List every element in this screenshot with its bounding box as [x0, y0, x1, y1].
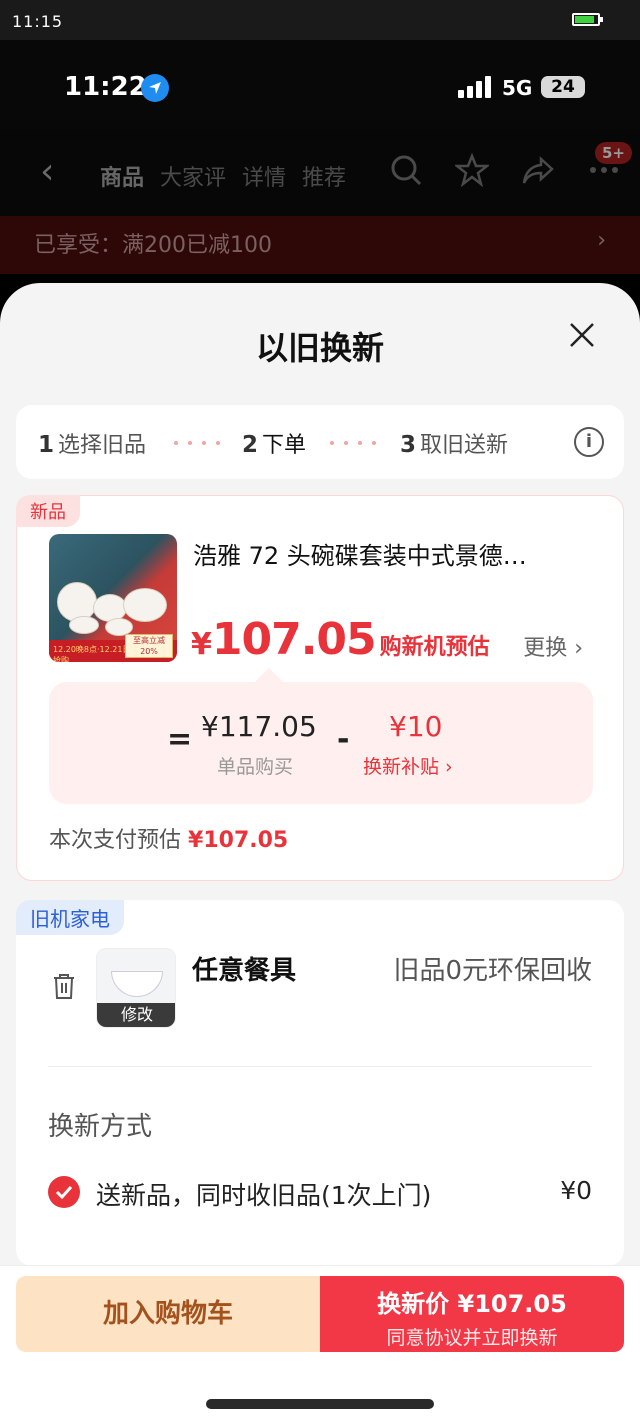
home-indicator[interactable]	[206, 1399, 434, 1409]
method-option[interactable]: 送新品，同时收旧品(1次上门)	[96, 1176, 431, 1212]
unit-price-label: 单品购买	[217, 756, 294, 778]
change-item-button[interactable]: 更换 ›	[523, 630, 583, 662]
system-status-bar: 11:15	[0, 0, 640, 40]
close-icon[interactable]	[568, 321, 596, 349]
ios-time: 11:22	[64, 72, 147, 102]
old-item-card: 旧机家电 修改 任意餐具 旧品0元环保回收 换新方式 送新品，同时收旧品(1次上…	[16, 900, 624, 1266]
message-badge: 5+	[594, 142, 632, 164]
step-1: 1 选择旧品	[38, 432, 147, 458]
new-item-card: 新品 12.20晚8点·12.21日 新鲜品限时抢购 至高立减 20% 浩雅 7…	[16, 495, 624, 881]
add-to-cart-button[interactable]: 加入购物车	[16, 1276, 320, 1352]
location-icon	[141, 74, 169, 102]
payment-estimate: 本次支付预估 ¥107.05	[49, 828, 289, 853]
image-stamp: 至高立减 20%	[125, 634, 173, 658]
system-time: 11:15	[12, 12, 64, 31]
background-promo-bar: 已享受：满200已减100 ›	[0, 216, 640, 274]
equals-sign: =	[167, 722, 193, 757]
tab-details: 详情	[242, 166, 287, 191]
promo-text: 已享受：满200已减100	[34, 233, 272, 258]
product-title[interactable]: 浩雅 72 头碗碟套装中式景德…	[193, 536, 593, 571]
step-dots-1	[174, 441, 220, 445]
step-3: 3 取旧送新	[400, 432, 509, 458]
modify-button[interactable]: 修改	[97, 1003, 175, 1027]
method-title: 换新方式	[48, 1112, 153, 1142]
product-image[interactable]: 12.20晚8点·12.21日 新鲜品限时抢购 至高立减 20%	[49, 534, 177, 662]
new-item-tag: 新品	[16, 495, 80, 527]
background-tabs: 商品 大家评 详情 推荐	[100, 160, 346, 192]
minus-sign: -	[337, 722, 350, 757]
star-icon	[454, 152, 490, 188]
share-icon	[520, 152, 556, 188]
chevron-right-icon: ›	[597, 228, 606, 253]
signal-icon	[458, 76, 492, 98]
unit-price: ¥117.05	[201, 710, 317, 743]
battery-icon	[572, 13, 603, 26]
old-item-desc: 旧品0元环保回收	[393, 956, 592, 986]
step-indicator: 1 选择旧品 2 下单 3 取旧送新 i	[16, 405, 624, 479]
trash-icon[interactable]	[52, 972, 76, 1000]
background-nav-icons	[388, 152, 622, 188]
old-item-name: 任意餐具	[192, 956, 297, 986]
ios-battery: 24	[541, 76, 585, 98]
checkmark-icon[interactable]	[48, 1176, 80, 1208]
step-dots-2	[330, 441, 376, 445]
tab-product: 商品	[100, 166, 145, 191]
tab-reviews: 大家评	[160, 166, 227, 191]
step-2: 2 下单	[242, 432, 307, 458]
price-breakdown: = ¥117.05 单品购买 - ¥10 换新补贴 ›	[49, 682, 593, 804]
divider	[48, 1066, 592, 1067]
method-price: ¥0	[560, 1176, 592, 1205]
background-nav-bar: ‹ 商品 大家评 详情 推荐 5+	[0, 130, 640, 216]
back-icon: ‹	[40, 151, 55, 192]
ios-status-bar: 11:22 5G 24	[0, 40, 640, 130]
network-type: 5G	[502, 76, 533, 100]
product-price: ¥107.05 购新机预估	[191, 614, 490, 665]
info-icon[interactable]: i	[574, 427, 604, 457]
trade-in-buy-button[interactable]: 换新价 ¥107.05 同意协议并立即换新	[320, 1276, 624, 1352]
subsidy-link[interactable]: 换新补贴 ›	[363, 752, 453, 779]
sheet-title: 以旧换新	[255, 329, 384, 367]
old-item-tag: 旧机家电	[16, 900, 124, 935]
subsidy-value: ¥10	[389, 710, 443, 743]
trade-in-sheet: 以旧换新 1 选择旧品 2 下单 3 取旧送新 i 新品 12.20晚8点·12.21…	[0, 283, 640, 1426]
tab-recommend: 推荐	[302, 166, 347, 191]
search-icon	[388, 152, 424, 188]
old-item-image[interactable]: 修改	[96, 948, 176, 1028]
